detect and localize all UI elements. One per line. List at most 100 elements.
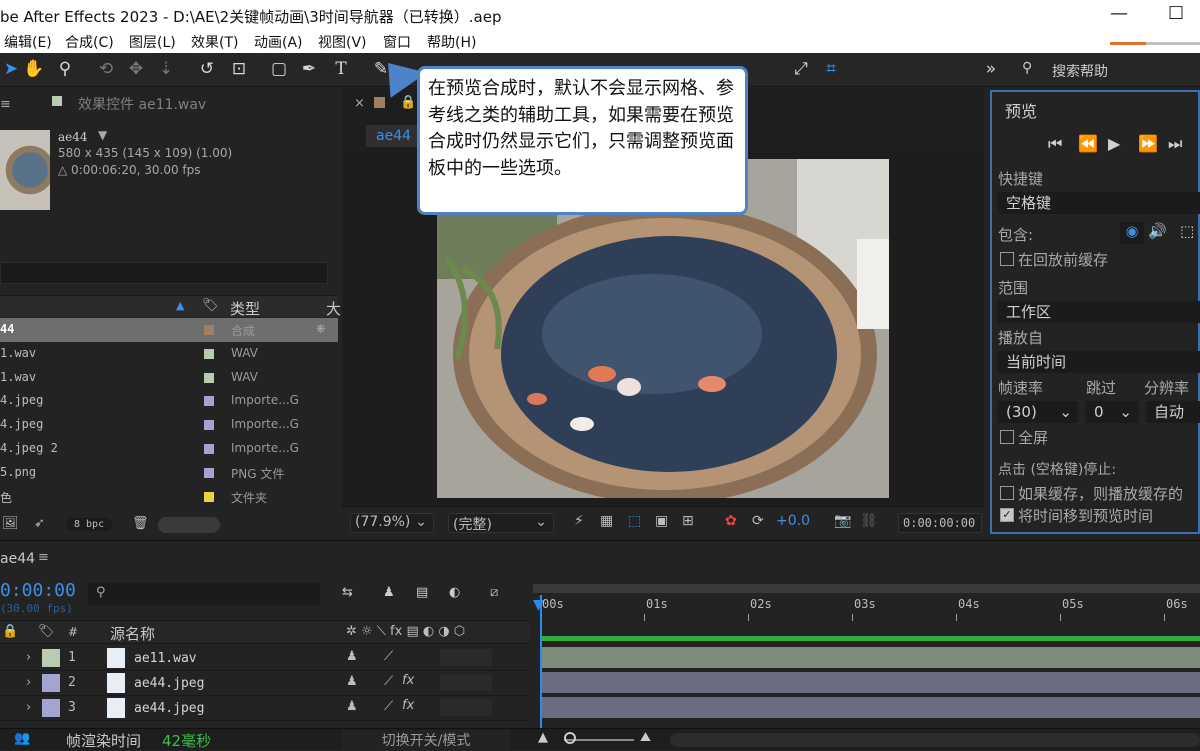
shortcut-dropdown[interactable]: 空格键 bbox=[998, 192, 1200, 214]
zoom-tool-icon[interactable]: ⚲ bbox=[54, 58, 76, 80]
layer-name[interactable]: ae44.jpeg bbox=[134, 676, 204, 691]
col-type[interactable]: 类型 bbox=[230, 298, 260, 319]
if-cached-checkbox[interactable] bbox=[1000, 486, 1014, 500]
render-icon[interactable]: 👥 bbox=[14, 731, 30, 746]
snapshot-icon[interactable]: 📷 bbox=[834, 513, 851, 533]
play-icon[interactable]: ▶ bbox=[1108, 134, 1120, 153]
maximize-button[interactable]: ☐ bbox=[1168, 3, 1184, 24]
bpc-button[interactable]: 8 bpc bbox=[66, 518, 113, 531]
quality-switch-icon[interactable]: ⟋ bbox=[384, 699, 393, 714]
region-of-interest-icon[interactable]: ▣ bbox=[655, 513, 668, 533]
range-dropdown[interactable]: 工作区 bbox=[998, 301, 1200, 323]
menu-composition[interactable]: 合成(C) bbox=[65, 32, 114, 52]
hand-tool-icon[interactable]: ✋ bbox=[23, 58, 45, 80]
project-item-row[interactable]: 4.jpeg 2 Importe...G bbox=[0, 437, 338, 461]
frame-blending-icon[interactable]: ▤ bbox=[416, 585, 428, 600]
zoom-slider-handle[interactable] bbox=[564, 732, 576, 744]
project-search-input[interactable] bbox=[0, 262, 328, 284]
project-item-label-swatch[interactable] bbox=[204, 491, 214, 502]
project-scrollbar[interactable] bbox=[158, 517, 220, 533]
project-item-label-swatch[interactable] bbox=[204, 372, 214, 383]
layer-row[interactable]: › 3 ae44.jpeg ♟ ⟋ fx bbox=[0, 696, 530, 721]
comp-flowchart-icon[interactable]: ⇆ bbox=[342, 585, 353, 600]
current-time[interactable]: 0:00:00:00 bbox=[898, 513, 982, 533]
play-from-dropdown[interactable]: 当前时间 bbox=[998, 351, 1200, 373]
layer-switch-boxes[interactable] bbox=[440, 699, 492, 716]
zoom-dropdown[interactable]: (77.9%) ⌄ bbox=[350, 513, 434, 533]
playhead-marker-icon[interactable]: ▼ bbox=[533, 597, 544, 613]
project-item-row[interactable]: 5.png PNG 文件 bbox=[0, 461, 338, 485]
quality-switch-icon[interactable]: ⟋ bbox=[384, 649, 393, 664]
text-tool-icon[interactable]: T bbox=[330, 58, 352, 80]
playhead[interactable] bbox=[540, 595, 542, 728]
anchor-tool-icon[interactable]: ⊡ bbox=[228, 58, 250, 80]
layer-duration-bar[interactable] bbox=[540, 697, 1200, 718]
quality-switch-icon[interactable]: ⟋ bbox=[384, 674, 393, 689]
next-frame-icon[interactable]: ⏩ bbox=[1138, 134, 1158, 153]
project-item-row[interactable]: 44 合成 ⎈ bbox=[0, 318, 338, 342]
flowchart-icon[interactable]: ⎈ bbox=[316, 321, 326, 336]
expand-chevron-icon[interactable]: › bbox=[26, 650, 31, 665]
expand-chevron-icon[interactable]: › bbox=[26, 700, 31, 715]
col-source-name[interactable]: 源名称 bbox=[110, 623, 155, 644]
timeline-scrollbar[interactable] bbox=[670, 733, 1200, 747]
lock-icon[interactable]: 🔒 bbox=[400, 95, 416, 110]
zoom-in-icon[interactable]: ⛰ bbox=[640, 730, 651, 745]
work-area-bar[interactable] bbox=[533, 584, 1200, 593]
interpret-footage-icon[interactable]: 🖼 bbox=[2, 516, 19, 531]
menu-animation[interactable]: 动画(A) bbox=[254, 32, 303, 52]
project-item-row[interactable]: 1.wav WAV bbox=[0, 366, 338, 390]
minimize-button[interactable]: — bbox=[1110, 3, 1128, 24]
rotate-tool-icon[interactable]: ↺ bbox=[196, 58, 218, 80]
label-column-icon[interactable]: 🏷 bbox=[202, 298, 219, 313]
shy-switch-icon[interactable]: ♟ bbox=[346, 649, 358, 664]
layer-label-swatch[interactable] bbox=[42, 674, 60, 692]
panel-menu-icon[interactable]: ≡ bbox=[38, 550, 49, 565]
menu-help[interactable]: 帮助(H) bbox=[427, 32, 476, 52]
layer-name[interactable]: ae11.wav bbox=[134, 651, 197, 666]
delete-icon[interactable]: 🗑 bbox=[132, 516, 149, 531]
pen-tool-icon[interactable]: ✒ bbox=[298, 58, 320, 80]
fast-preview-icon[interactable]: ⚡ bbox=[574, 513, 584, 533]
timeline-timecode[interactable]: 0:00:00 bbox=[0, 580, 76, 601]
show-snapshot-icon[interactable]: ⛓ bbox=[860, 513, 878, 533]
last-frame-icon[interactable]: ⏭ bbox=[1168, 134, 1182, 154]
menu-effect[interactable]: 效果(T) bbox=[191, 32, 238, 52]
timeline-search-input[interactable] bbox=[88, 583, 320, 605]
move-time-checkbox[interactable]: ✓ bbox=[1000, 508, 1014, 522]
layer-duration-bar[interactable] bbox=[540, 647, 1200, 668]
layer-label-swatch[interactable] bbox=[42, 649, 60, 667]
menu-view[interactable]: 视图(V) bbox=[318, 32, 367, 52]
mask-path-icon[interactable]: ⬚ bbox=[628, 513, 641, 533]
project-item-label-swatch[interactable] bbox=[204, 420, 214, 431]
motion-blur-icon[interactable]: ◐ bbox=[449, 585, 460, 600]
rectangle-tool-icon[interactable]: ▢ bbox=[268, 58, 290, 80]
layer-duration-bar[interactable] bbox=[540, 672, 1200, 693]
toggle-switches-button[interactable]: 切换开关/模式 bbox=[342, 730, 510, 750]
project-item-label-swatch[interactable] bbox=[204, 467, 214, 478]
project-item-row[interactable]: 4.jpeg Importe...G bbox=[0, 389, 338, 413]
effect-controls-tab[interactable]: 效果控件 ae11.wav bbox=[78, 94, 206, 114]
item-dropdown-icon[interactable]: ▼ bbox=[98, 128, 107, 142]
snap-icon[interactable]: ⌗ bbox=[820, 58, 842, 80]
layer-switch-boxes[interactable] bbox=[440, 674, 492, 691]
layer-label-swatch[interactable] bbox=[42, 699, 60, 717]
fullscreen-checkbox[interactable] bbox=[1000, 430, 1014, 444]
comp-tab[interactable]: ae44 bbox=[366, 125, 422, 147]
shy-layers-icon[interactable]: ♟ bbox=[383, 585, 395, 600]
overlay-include-icon[interactable]: ⬚ bbox=[1180, 222, 1194, 240]
exposure-value[interactable]: +0.0 bbox=[776, 513, 810, 533]
new-folder-icon[interactable]: ➶ bbox=[34, 516, 45, 531]
orbit-camera-icon[interactable]: ⟲ bbox=[95, 58, 117, 80]
timeline-tab[interactable]: ae44 bbox=[0, 551, 35, 567]
zoom-out-icon[interactable]: ▲ bbox=[538, 730, 548, 745]
menu-layer[interactable]: 图层(L) bbox=[129, 32, 176, 52]
sort-ascending-icon[interactable]: ▲ bbox=[176, 299, 184, 312]
dolly-camera-icon[interactable]: ⇣ bbox=[155, 58, 177, 80]
fx-switch[interactable]: fx bbox=[402, 673, 414, 688]
project-item-label-swatch[interactable] bbox=[204, 396, 214, 407]
layer-row[interactable]: › 1 ae11.wav ♟ ⟋ bbox=[0, 646, 530, 671]
col-size[interactable]: 大 bbox=[326, 298, 341, 319]
transparency-grid-icon[interactable]: ▦ bbox=[600, 513, 613, 533]
fps-dropdown[interactable]: (30) ⌄ bbox=[998, 401, 1078, 423]
